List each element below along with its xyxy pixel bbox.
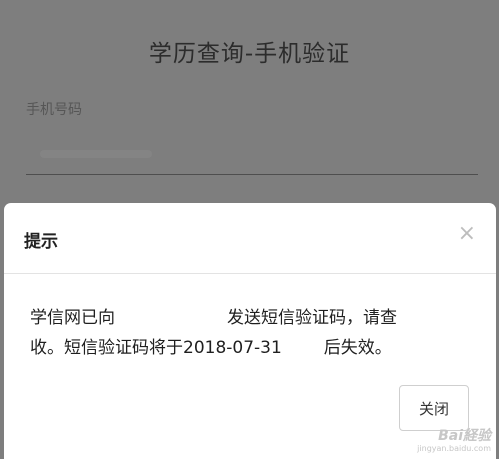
watermark-url: jingyan.baidu.com xyxy=(417,444,491,453)
dialog-header: 提示 × xyxy=(4,203,496,274)
dialog-title: 提示 xyxy=(24,232,58,252)
close-icon[interactable]: × xyxy=(458,223,476,245)
message-text: 学信网已向 xyxy=(30,308,115,328)
alert-dialog: 提示 × 学信网已向 发送短信验证码，请查 收。短信验证码将于2018-07-31… xyxy=(4,203,496,459)
page: 学历查询-手机验证 手机号码 提示 × 学信网已向 发送短信验证码，请查 收。短信… xyxy=(0,0,499,459)
dialog-message: 学信网已向 发送短信验证码，请查 收。短信验证码将于2018-07-31 后失效。 xyxy=(30,303,480,363)
message-text: 收。短信验证码将于2018-07-31 xyxy=(30,338,282,358)
message-text: 后失效。 xyxy=(323,338,392,358)
phone-number-input[interactable] xyxy=(26,120,478,175)
watermark: Bai経验 jingyan.baidu.com xyxy=(417,429,491,453)
message-line-1: 学信网已向 发送短信验证码，请查 xyxy=(30,303,480,333)
message-line-2: 收。短信验证码将于2018-07-31 后失效。 xyxy=(30,333,480,363)
phone-number-label: 手机号码 xyxy=(26,102,82,118)
watermark-logo: Bai経验 xyxy=(438,428,491,444)
page-title: 学历查询-手机验证 xyxy=(148,41,351,67)
redacted-phone-number xyxy=(40,150,152,158)
message-text: 发送短信验证码，请查 xyxy=(227,308,397,328)
close-button[interactable]: 关闭 xyxy=(399,385,469,431)
